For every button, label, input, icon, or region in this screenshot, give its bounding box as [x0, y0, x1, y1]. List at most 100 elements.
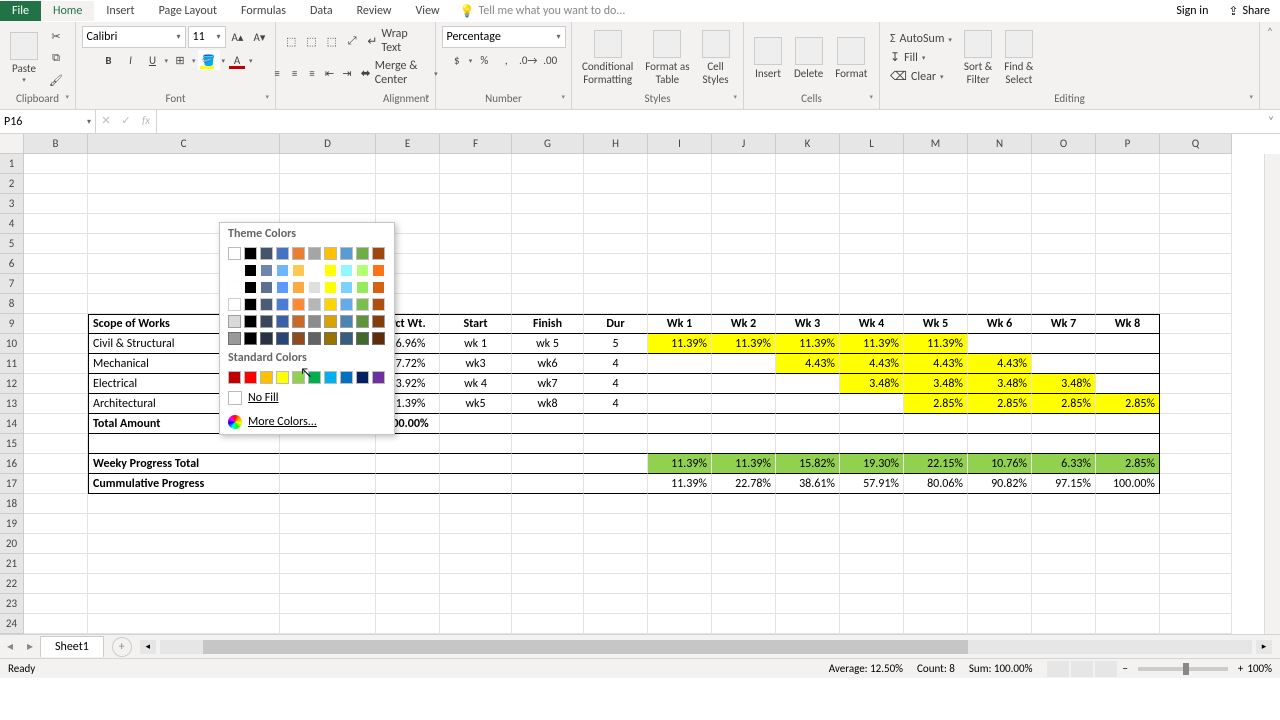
- cell[interactable]: [968, 334, 1032, 354]
- cell[interactable]: [88, 494, 280, 514]
- row-header[interactable]: 20: [0, 534, 24, 554]
- row-header[interactable]: 5: [0, 234, 24, 254]
- sort-filter-button[interactable]: Sort & Filter: [960, 28, 996, 88]
- cell[interactable]: [1096, 534, 1160, 554]
- cell[interactable]: [776, 494, 840, 514]
- color-swatch[interactable]: [372, 315, 385, 328]
- cell[interactable]: [1032, 254, 1096, 274]
- cell[interactable]: [968, 194, 1032, 214]
- cell[interactable]: [1160, 574, 1232, 594]
- row-header[interactable]: 17: [0, 474, 24, 494]
- cell[interactable]: [440, 294, 512, 314]
- fill-color-button[interactable]: 🪣: [198, 50, 220, 70]
- cell[interactable]: [584, 234, 648, 254]
- cell[interactable]: [776, 554, 840, 574]
- row-header[interactable]: 24: [0, 614, 24, 634]
- cell[interactable]: wk7: [512, 374, 584, 394]
- cell[interactable]: [968, 154, 1032, 174]
- comma-button[interactable]: ,: [496, 50, 516, 70]
- cell[interactable]: [280, 194, 376, 214]
- cell[interactable]: 5: [584, 334, 648, 354]
- cell[interactable]: [440, 514, 512, 534]
- cell[interactable]: 2.85%: [1096, 394, 1160, 414]
- cell[interactable]: [712, 414, 776, 434]
- color-swatch[interactable]: [356, 264, 369, 277]
- cell[interactable]: [512, 414, 584, 434]
- cell[interactable]: [440, 614, 512, 634]
- cell[interactable]: [968, 214, 1032, 234]
- cell[interactable]: [24, 254, 88, 274]
- row-header[interactable]: 18: [0, 494, 24, 514]
- cell[interactable]: 97.15%: [1032, 474, 1096, 494]
- cell[interactable]: 3.48%: [1032, 374, 1096, 394]
- cell[interactable]: 22.15%: [904, 454, 968, 474]
- row-header[interactable]: 12: [0, 374, 24, 394]
- cell[interactable]: [712, 614, 776, 634]
- color-swatch[interactable]: [276, 281, 289, 294]
- cell[interactable]: Cummulative Progress: [88, 474, 280, 494]
- tab-data[interactable]: Data: [298, 1, 345, 21]
- color-swatch[interactable]: [324, 281, 337, 294]
- cell[interactable]: [776, 594, 840, 614]
- color-swatch[interactable]: [292, 281, 305, 294]
- underline-button[interactable]: U: [142, 50, 162, 70]
- cell[interactable]: [968, 554, 1032, 574]
- cell[interactable]: [840, 614, 904, 634]
- cell[interactable]: [512, 534, 584, 554]
- more-colors-option[interactable]: More Colors...: [220, 410, 394, 434]
- cell[interactable]: 22.78%: [712, 474, 776, 494]
- color-swatch[interactable]: [276, 264, 289, 277]
- cell[interactable]: [440, 594, 512, 614]
- find-select-button[interactable]: Find & Select: [1000, 28, 1037, 88]
- expand-formula-bar[interactable]: ˅: [1262, 110, 1280, 133]
- cell[interactable]: 4: [584, 354, 648, 374]
- row-header[interactable]: 10: [0, 334, 24, 354]
- cell[interactable]: [584, 294, 648, 314]
- conditional-formatting-button[interactable]: Conditional Formatting: [578, 28, 637, 88]
- cell[interactable]: 11.39%: [840, 334, 904, 354]
- cell[interactable]: Wk 5: [904, 314, 968, 334]
- format-painter-button[interactable]: 🖌: [46, 70, 66, 90]
- cell[interactable]: [1096, 234, 1160, 254]
- cell[interactable]: [88, 514, 280, 534]
- cell[interactable]: [584, 174, 648, 194]
- cell[interactable]: Wk 7: [1032, 314, 1096, 334]
- cell[interactable]: [1096, 514, 1160, 534]
- column-header[interactable]: M: [904, 134, 968, 154]
- cell[interactable]: Finish: [512, 314, 584, 334]
- cell[interactable]: [968, 614, 1032, 634]
- cell[interactable]: [776, 434, 840, 454]
- cell[interactable]: wk5: [440, 394, 512, 414]
- cell[interactable]: [968, 534, 1032, 554]
- cell[interactable]: [904, 574, 968, 594]
- color-swatch[interactable]: [260, 281, 273, 294]
- paste-button[interactable]: Paste▾: [6, 30, 42, 86]
- increase-decimal-button[interactable]: .0→: [518, 50, 538, 70]
- color-swatch[interactable]: [340, 281, 353, 294]
- cell[interactable]: 90.82%: [968, 474, 1032, 494]
- cell[interactable]: [648, 414, 712, 434]
- column-header[interactable]: P: [1096, 134, 1160, 154]
- color-swatch[interactable]: [340, 298, 353, 311]
- cell[interactable]: [648, 214, 712, 234]
- cell[interactable]: [1032, 554, 1096, 574]
- cell[interactable]: [648, 354, 712, 374]
- color-swatch[interactable]: [292, 264, 305, 277]
- cell[interactable]: 3.48%: [968, 374, 1032, 394]
- cell[interactable]: [1160, 194, 1232, 214]
- cell[interactable]: [648, 614, 712, 634]
- cell[interactable]: [24, 514, 88, 534]
- tab-file[interactable]: File: [0, 1, 41, 21]
- decrease-indent-button[interactable]: ⇤: [322, 63, 337, 83]
- cell[interactable]: [1096, 214, 1160, 234]
- cell[interactable]: [24, 494, 88, 514]
- cell[interactable]: [584, 154, 648, 174]
- sheet-nav-next[interactable]: ▸: [20, 639, 40, 654]
- color-swatch[interactable]: [292, 298, 305, 311]
- color-swatch[interactable]: [260, 264, 273, 277]
- cell[interactable]: [584, 214, 648, 234]
- cell[interactable]: [1160, 294, 1232, 314]
- cell[interactable]: [712, 174, 776, 194]
- cell[interactable]: [1096, 174, 1160, 194]
- cell[interactable]: [1160, 614, 1232, 634]
